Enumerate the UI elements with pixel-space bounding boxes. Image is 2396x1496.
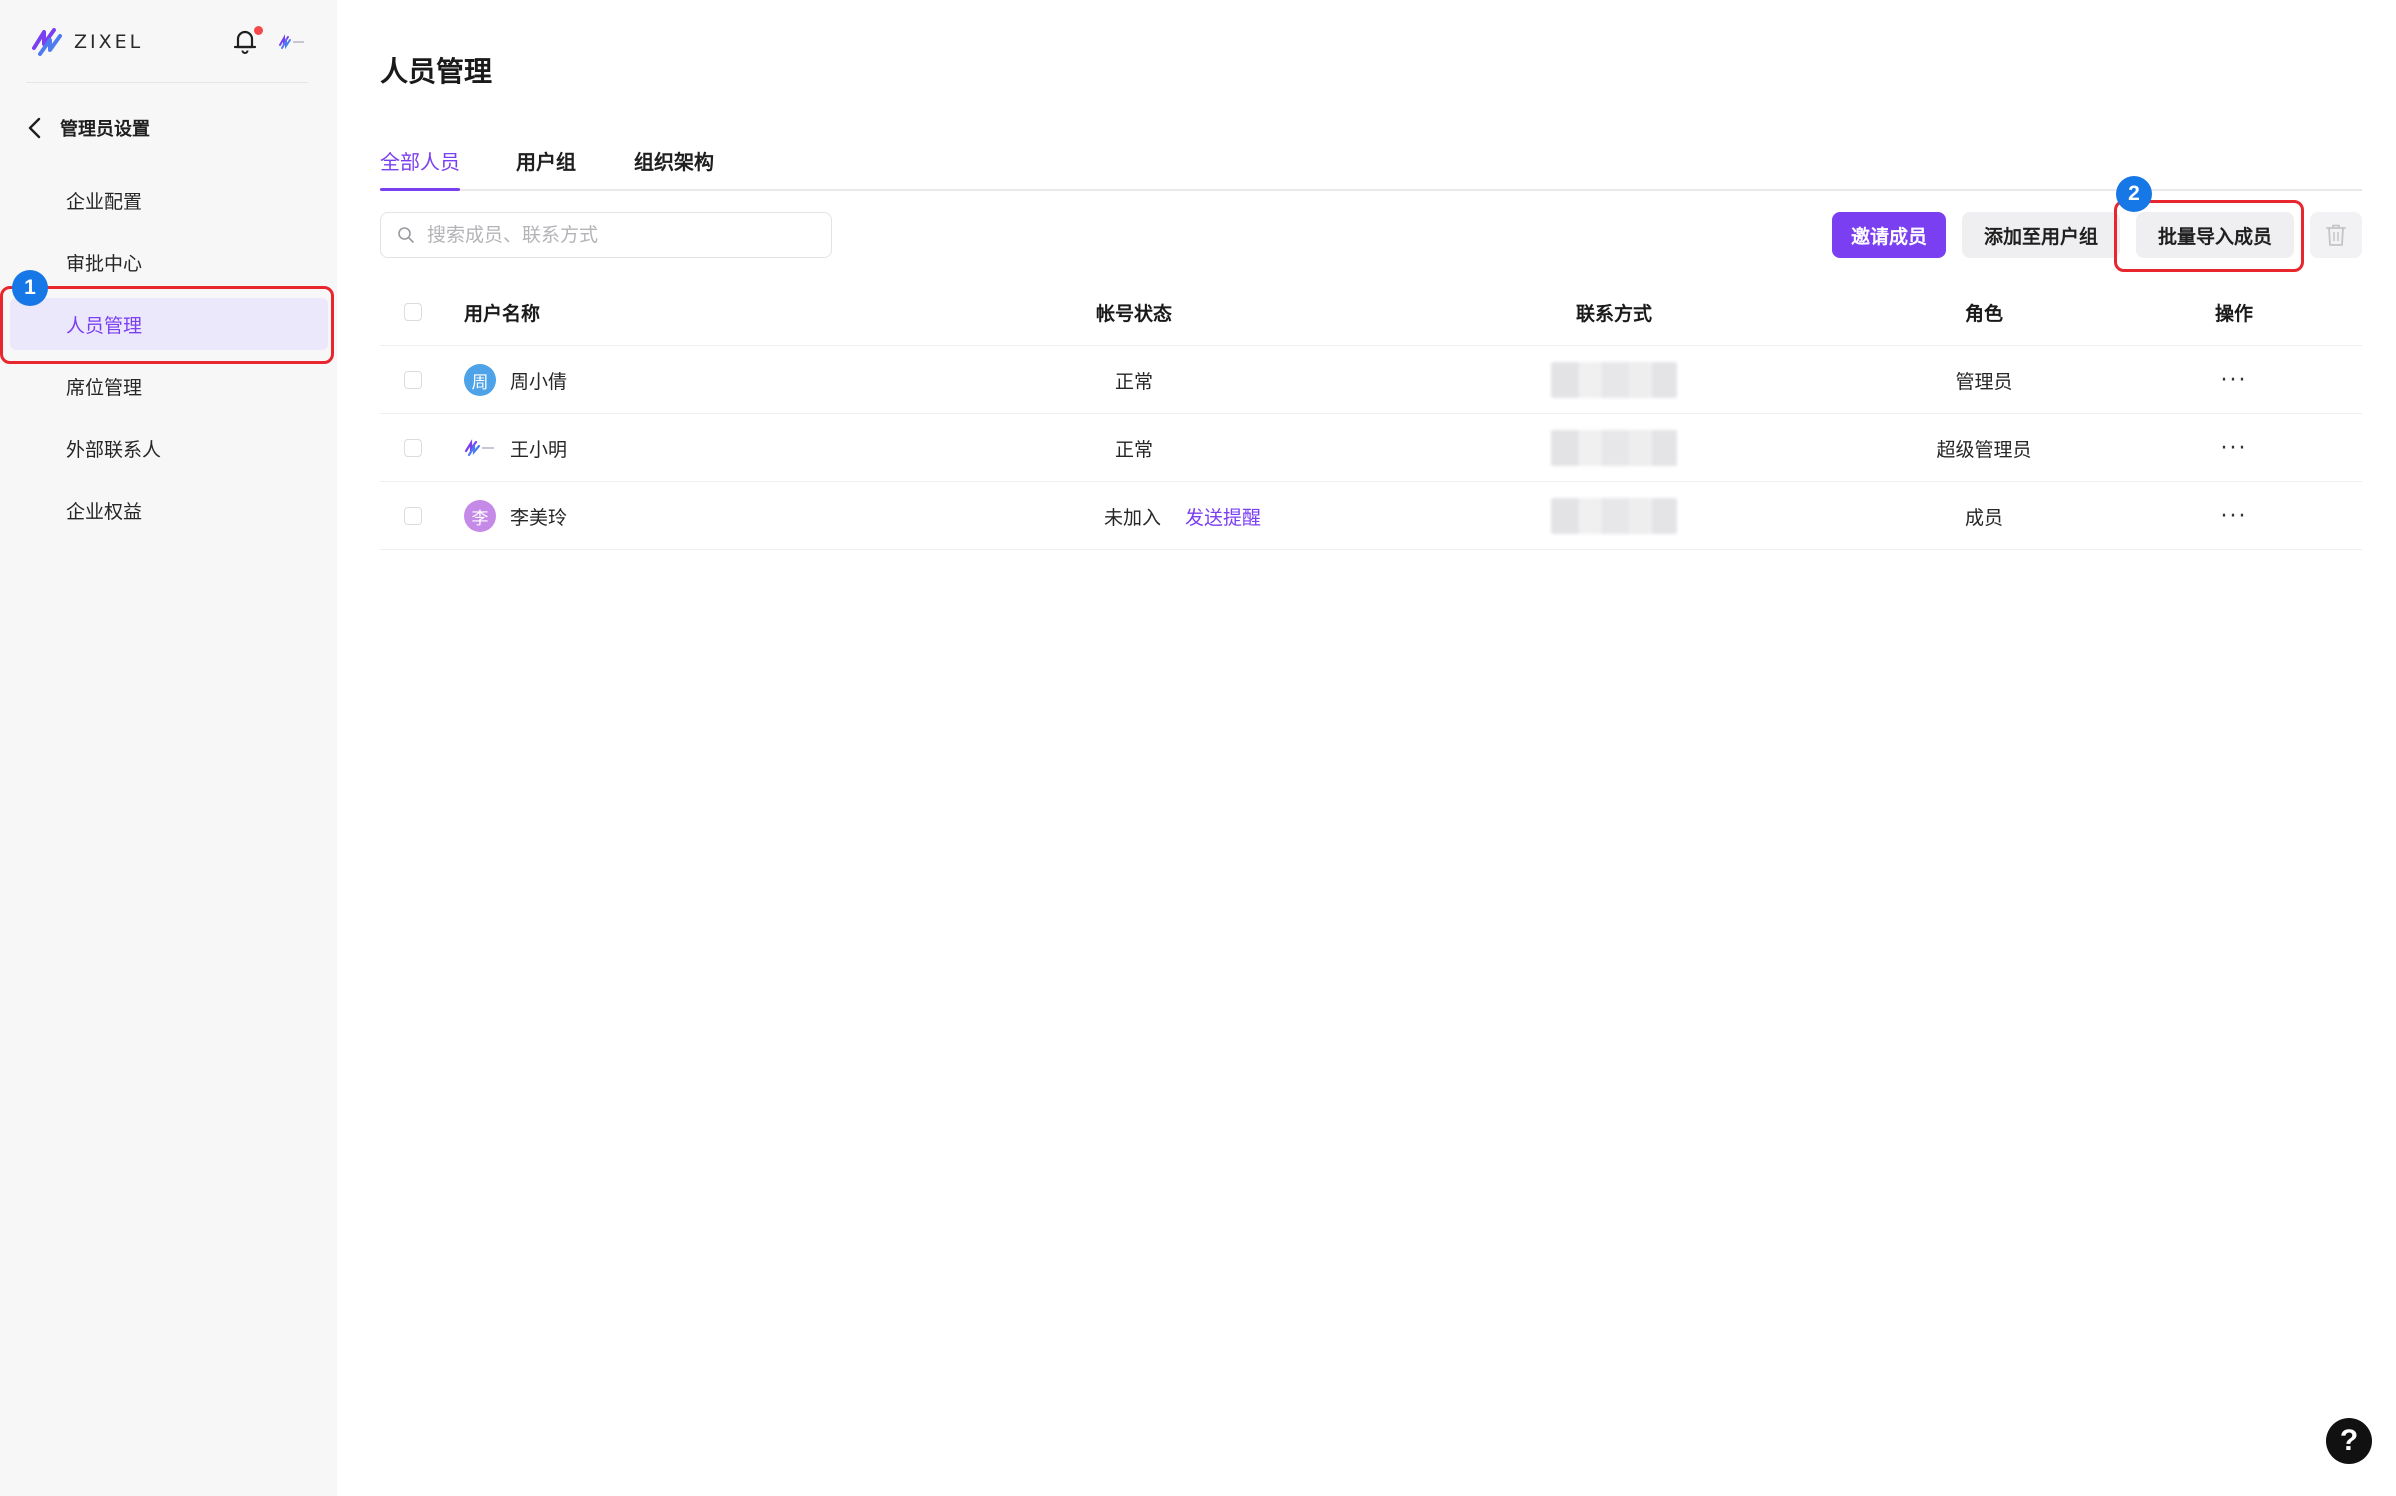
sidebar-item-label: 企业权益 — [66, 500, 143, 523]
column-header-name: 用户名称 — [464, 302, 541, 325]
sidebar-item-label: 外部联系人 — [66, 438, 162, 461]
more-actions-button[interactable]: ··· — [2174, 346, 2294, 414]
back-to-admin-settings[interactable]: 管理员设置 — [26, 112, 150, 144]
tab-org-structure[interactable]: 组织架构 — [634, 146, 714, 189]
more-actions-button[interactable]: ··· — [2174, 482, 2294, 550]
table-row[interactable]: 周 周小倩 正常 管理员 ··· — [380, 346, 2362, 414]
zixel-logo-icon — [30, 26, 64, 58]
sidebar-item-seat-management[interactable]: 席位管理 — [10, 360, 328, 412]
row-checkbox[interactable] — [404, 371, 422, 389]
tab-all-members[interactable]: 全部人员 — [380, 146, 460, 191]
sidebar-divider — [26, 82, 308, 83]
row-checkbox[interactable] — [404, 439, 422, 457]
sidebar-item-external-contacts[interactable]: 外部联系人 — [10, 422, 328, 474]
user-name: 周小倩 — [510, 370, 568, 393]
tab-user-groups[interactable]: 用户组 — [516, 146, 576, 189]
search-box[interactable] — [380, 212, 832, 258]
select-all-checkbox[interactable] — [404, 303, 422, 321]
select-all-cell — [404, 278, 422, 346]
notification-bell-icon[interactable] — [230, 26, 263, 56]
logo-avatar-icon — [464, 432, 496, 464]
add-to-group-button[interactable]: 添加至用户组 — [1962, 212, 2120, 258]
more-actions-button[interactable]: ··· — [2174, 414, 2294, 482]
tab-label: 用户组 — [516, 150, 576, 174]
sidebar-item-label: 审批中心 — [66, 252, 143, 275]
help-button[interactable]: ? — [2326, 1418, 2372, 1464]
contact-redacted — [1551, 430, 1677, 466]
contact-redacted — [1551, 362, 1677, 398]
back-label: 管理员设置 — [60, 119, 150, 140]
members-table: 用户名称 帐号状态 联系方式 角色 操作 周 周小倩 正常 管理员 ··· 王小… — [380, 278, 2362, 550]
notification-dot — [254, 26, 263, 35]
user-name: 王小明 — [510, 438, 568, 461]
contact-redacted — [1551, 498, 1677, 534]
table-header: 用户名称 帐号状态 联系方式 角色 操作 — [380, 278, 2362, 346]
user-role: 管理员 — [1955, 370, 2013, 393]
column-header-contact: 联系方式 — [1575, 302, 1652, 325]
search-input[interactable] — [425, 223, 805, 247]
column-header-status: 帐号状态 — [1095, 302, 1172, 325]
sidebar-item-enterprise-config[interactable]: 企业配置 — [10, 174, 328, 226]
send-reminder-link[interactable]: 发送提醒 — [1185, 503, 1261, 530]
row-checkbox[interactable] — [404, 507, 422, 525]
chevron-left-icon — [28, 117, 41, 139]
highlight-box-member-management — [0, 286, 334, 364]
avatar: 周 — [464, 364, 496, 396]
trash-icon — [2326, 224, 2346, 246]
page-title: 人员管理 — [380, 55, 493, 88]
column-header-actions: 操作 — [2214, 302, 2253, 325]
sidebar: ZIXEL 管理员设置 企业配置 审批中心 人员管理 席位管理 外部联系人 企业… — [0, 0, 337, 1496]
brand-name: ZIXEL — [74, 31, 144, 53]
sidebar-item-approval-center[interactable]: 审批中心 — [10, 236, 328, 288]
search-icon — [398, 227, 414, 243]
highlight-box-bulk-import — [2114, 200, 2304, 272]
org-logo-icon[interactable] — [278, 34, 306, 50]
table-row[interactable]: 李 李美玲 未加入 发送提醒 成员 ··· — [380, 482, 2362, 550]
tab-label: 组织架构 — [634, 150, 714, 174]
avatar: 李 — [464, 500, 496, 532]
delete-button[interactable] — [2310, 212, 2362, 258]
sidebar-item-label: 企业配置 — [66, 190, 143, 213]
user-role: 超级管理员 — [1936, 438, 2032, 461]
column-header-role: 角色 — [1964, 302, 2003, 325]
tab-bar: 全部人员 用户组 组织架构 — [380, 146, 2362, 191]
sidebar-item-label: 席位管理 — [66, 376, 143, 399]
account-status: 正常 — [1114, 438, 1153, 461]
account-status: 未加入 — [1104, 506, 1162, 529]
brand[interactable]: ZIXEL — [30, 22, 143, 62]
user-role: 成员 — [1964, 506, 2003, 529]
step-badge-2: 2 — [2116, 176, 2152, 212]
table-row[interactable]: 王小明 正常 超级管理员 ··· — [380, 414, 2362, 482]
account-status: 正常 — [1114, 370, 1153, 393]
step-badge-1: 1 — [12, 270, 48, 306]
invite-members-button[interactable]: 邀请成员 — [1832, 212, 1946, 258]
tab-label: 全部人员 — [380, 150, 460, 174]
user-name: 李美玲 — [510, 506, 568, 529]
sidebar-item-enterprise-benefits[interactable]: 企业权益 — [10, 484, 328, 536]
